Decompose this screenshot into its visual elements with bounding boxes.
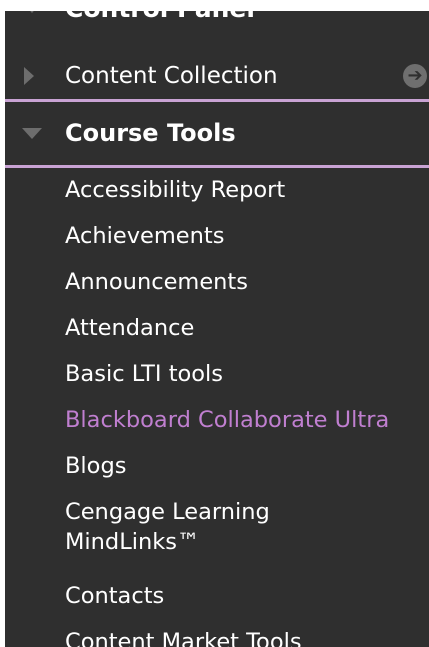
tool-item-cengage-learning-mindlinks[interactable]: Cengage Learning MindLinks™	[5, 493, 429, 577]
tool-item-label-line2: MindLinks™	[65, 529, 200, 555]
tool-item-attendance[interactable]: Attendance	[5, 309, 429, 355]
course-tools-label: Course Tools	[65, 119, 236, 147]
divider-bottom	[5, 165, 429, 168]
tool-item-blackboard-collaborate-ultra[interactable]: Blackboard Collaborate Ultra	[5, 401, 429, 447]
content-collection-item[interactable]: Content Collection ➔	[5, 55, 429, 97]
tool-item-content-market-tools[interactable]: Content Market Tools	[5, 623, 429, 647]
tool-item-accessibility-report[interactable]: Accessibility Report	[5, 171, 429, 217]
tool-item-blogs[interactable]: Blogs	[5, 447, 429, 493]
tool-item-basic-lti-tools[interactable]: Basic LTI tools	[5, 355, 429, 401]
course-tools-header[interactable]: Course Tools	[5, 103, 429, 165]
control-panel-label: Control Panel	[65, 11, 255, 25]
expand-triangle-icon[interactable]	[24, 67, 34, 85]
collapse-triangle-icon[interactable]	[22, 128, 42, 139]
tool-item-label-line1: Cengage Learning	[65, 499, 270, 525]
collapse-triangle-icon[interactable]	[23, 11, 41, 13]
course-tools-list: Accessibility Report Achievements Announ…	[5, 171, 429, 647]
tool-item-announcements[interactable]: Announcements	[5, 263, 429, 309]
divider-top	[5, 99, 429, 102]
control-panel-header[interactable]: Control Panel	[5, 11, 429, 25]
arrow-right-circle-icon[interactable]: ➔	[403, 64, 427, 88]
tool-item-achievements[interactable]: Achievements	[5, 217, 429, 263]
tool-item-contacts[interactable]: Contacts	[5, 577, 429, 623]
content-collection-label: Content Collection	[65, 63, 278, 89]
course-menu-panel: Control Panel Content Collection ➔ Cours…	[5, 11, 429, 647]
